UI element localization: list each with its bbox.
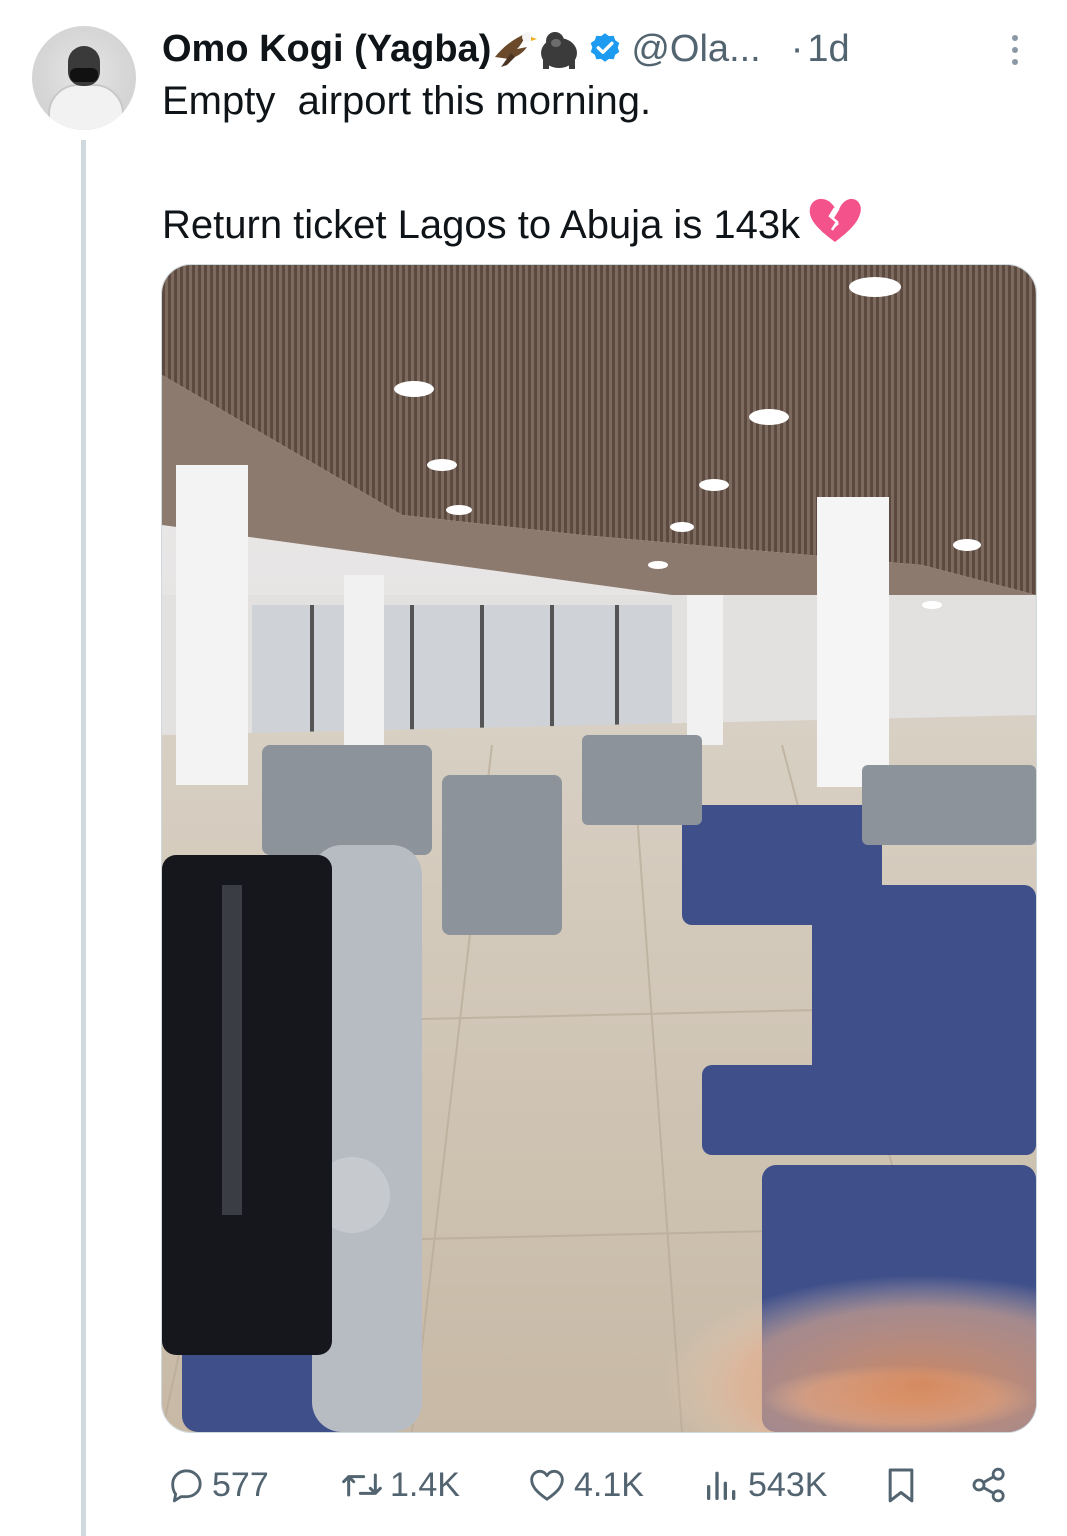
tweet-text: Empty airport this morning. Return ticke… xyxy=(162,76,1022,250)
tweet-photo[interactable] xyxy=(161,264,1037,1433)
repost-button[interactable]: 1.4K xyxy=(340,1455,460,1515)
bookmark-button[interactable] xyxy=(882,1455,926,1515)
gorilla-emoji xyxy=(541,32,578,69)
share-button[interactable] xyxy=(968,1455,1016,1515)
views-icon xyxy=(707,1471,736,1500)
tweet-text-line-2: Return ticket Lagos to Abuja is 143k xyxy=(162,196,1022,250)
like-icon xyxy=(530,1469,564,1501)
time-separator: · xyxy=(790,28,804,70)
thread-line xyxy=(81,140,86,1536)
like-button[interactable]: 4.1K xyxy=(526,1455,644,1515)
eagle-emoji xyxy=(495,32,538,67)
avatar[interactable] xyxy=(32,26,136,130)
view-count: 543K xyxy=(748,1465,828,1504)
avatar-figure-body xyxy=(48,84,124,130)
like-count: 4.1K xyxy=(574,1465,644,1504)
tweet-header: Omo Kogi (Yagba) @Ola... · 1d xyxy=(162,24,850,74)
repost-count: 1.4K xyxy=(390,1465,460,1504)
tweet-text-line-2-text: Return ticket Lagos to Abuja is 143k xyxy=(162,203,801,247)
timestamp[interactable]: 1d xyxy=(807,24,849,74)
share-icon xyxy=(972,1467,1005,1503)
broken-heart-icon xyxy=(809,198,862,242)
reply-button[interactable]: 577 xyxy=(166,1455,269,1515)
tweet-text-line-1: Empty airport this morning. xyxy=(162,79,652,123)
reply-icon xyxy=(171,1469,202,1503)
views-button[interactable]: 543K xyxy=(702,1455,827,1515)
verified-badge-icon[interactable] xyxy=(587,31,623,67)
airport-lounge-photo xyxy=(162,265,1036,1432)
avatar-face-mask xyxy=(70,68,98,82)
tweet-actions: 577 1.4K 4.1K 543K xyxy=(160,1455,1030,1515)
bookmark-icon xyxy=(888,1468,914,1503)
display-name[interactable]: Omo Kogi (Yagba) xyxy=(162,24,491,74)
name-emojis xyxy=(493,27,581,71)
repost-icon xyxy=(342,1473,382,1497)
more-options-icon[interactable] xyxy=(1003,30,1027,70)
user-handle[interactable]: @Ola... xyxy=(631,24,760,74)
reply-count: 577 xyxy=(212,1465,269,1504)
